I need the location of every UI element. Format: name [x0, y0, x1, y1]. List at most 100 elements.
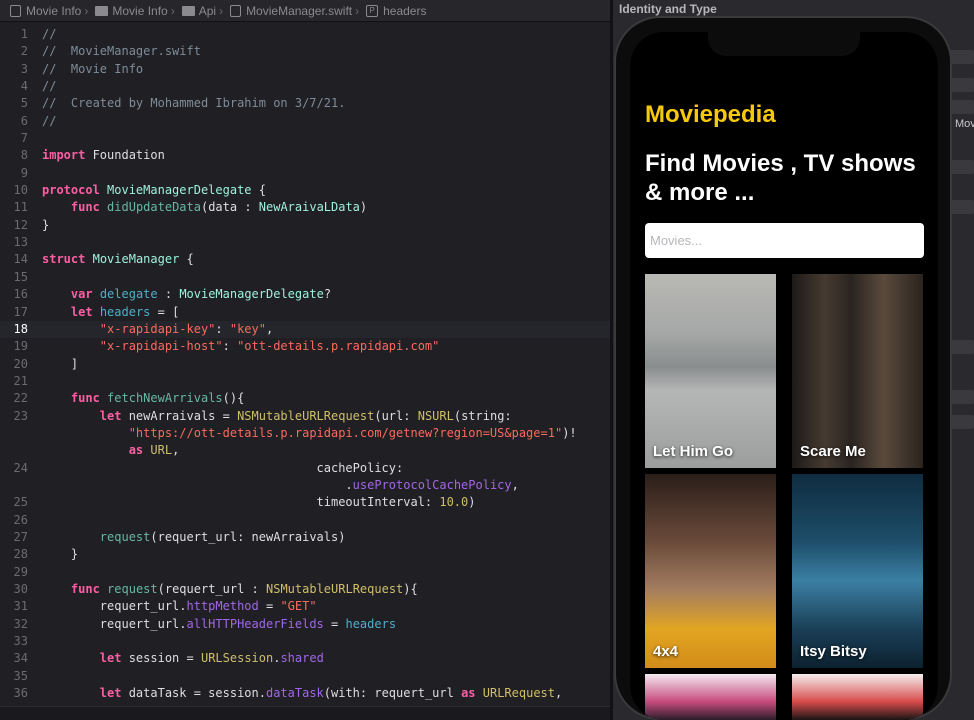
code-line[interactable]: 24 cachePolicy: — [0, 460, 610, 477]
code-text[interactable]: let dataTask = session.dataTask(with: re… — [42, 685, 562, 702]
code-line[interactable]: 6 // — [0, 113, 610, 130]
chevron-right-icon: › — [355, 3, 360, 18]
code-text[interactable]: cachePolicy: — [42, 460, 404, 477]
code-line[interactable]: 18 "x-rapidapi-key": "key", — [0, 320, 610, 339]
code-line[interactable]: "https://ott-details.p.rapidapi.com/getn… — [0, 425, 610, 442]
code-line[interactable]: 20 ] — [0, 356, 610, 373]
code-line[interactable]: 17 let headers = [ — [0, 304, 610, 321]
code-line[interactable]: 31 requert_url.httpMethod = "GET" — [0, 598, 610, 615]
code-line[interactable]: 36 let dataTask = session.dataTask(with:… — [0, 685, 610, 702]
code-line[interactable]: .useProtocolCachePolicy, — [0, 477, 610, 494]
code-line[interactable]: 32 requert_url.allHTTPHeaderFields = hea… — [0, 616, 610, 633]
code-line[interactable]: 14 struct MovieManager { — [0, 251, 610, 268]
simulator-screen[interactable]: Moviepedia Find Movies , TV shows & more… — [630, 32, 938, 720]
code-text[interactable]: "x-rapidapi-host": "ott-details.p.rapida… — [42, 338, 440, 355]
code-text[interactable]: "x-rapidapi-key": "key", — [42, 321, 273, 338]
line-number: 28 — [13, 547, 28, 562]
code-text[interactable]: request(requert_url: newArraivals) — [42, 529, 346, 546]
code-line[interactable]: 23 let newArraivals = NSMutableURLReques… — [0, 408, 610, 425]
code-text[interactable]: func didUpdateData(data : NewAraivaLData… — [42, 199, 367, 216]
code-line[interactable]: 26 — [0, 512, 610, 529]
code-text[interactable]: .useProtocolCachePolicy, — [42, 477, 518, 494]
breadcrumb-project[interactable]: Movie Info — [4, 4, 81, 18]
code-line[interactable]: as URL, — [0, 442, 610, 459]
code-line[interactable]: 10 protocol MovieManagerDelegate { — [0, 182, 610, 199]
folder-icon — [95, 5, 109, 16]
code-text[interactable]: func request(requert_url : NSMutableURLR… — [42, 581, 418, 598]
breadcrumb-group-api[interactable]: Api — [176, 4, 216, 18]
code-line[interactable]: 25 timeoutInterval: 10.0) — [0, 494, 610, 511]
code-line[interactable]: 28 } — [0, 546, 610, 563]
code-editor[interactable]: Movie Info › Movie Info › Api › MovieMan… — [0, 0, 610, 720]
code-text[interactable]: let newArraivals = NSMutableURLRequest(u… — [42, 408, 512, 425]
code-text[interactable]: let headers = [ — [42, 304, 179, 321]
folder-icon — [181, 5, 195, 16]
code-text[interactable]: // — [42, 26, 56, 43]
code-text[interactable]: var delegate : MovieManagerDelegate? — [42, 286, 331, 303]
code-text[interactable]: ] — [42, 356, 78, 373]
code-line[interactable]: 11 func didUpdateData(data : NewAraivaLD… — [0, 199, 610, 216]
movie-card-partial[interactable] — [645, 674, 776, 720]
code-line[interactable]: 27 request(requert_url: newArraivals) — [0, 529, 610, 546]
code-text[interactable]: } — [42, 546, 78, 563]
line-number: 36 — [13, 686, 28, 701]
breadcrumb-label: Movie Info — [112, 3, 168, 18]
code-line[interactable]: 29 — [0, 564, 610, 581]
code-text[interactable]: } — [42, 217, 49, 234]
line-number: 5 — [20, 96, 28, 111]
code-text[interactable]: as URL, — [42, 442, 180, 459]
code-text[interactable]: // — [42, 113, 56, 130]
code-line[interactable]: 21 — [0, 373, 610, 390]
line-number: 17 — [13, 304, 28, 319]
code-text[interactable]: protocol MovieManagerDelegate { — [42, 182, 266, 199]
movie-card[interactable]: Let Him Go — [645, 274, 776, 468]
code-line[interactable]: 5 // Created by Mohammed Ibrahim on 3/7/2… — [0, 95, 610, 112]
line-number: 24 — [13, 460, 28, 475]
code-text[interactable]: // Created by Mohammed Ibrahim on 3/7/21… — [42, 95, 345, 112]
code-text[interactable]: requert_url.httpMethod = "GET" — [42, 598, 317, 615]
line-number: 4 — [20, 79, 28, 94]
code-text[interactable]: timeoutInterval: 10.0) — [42, 494, 476, 511]
code-line[interactable]: 12} — [0, 217, 610, 234]
code-line[interactable]: 33 — [0, 633, 610, 650]
code-text[interactable]: // — [42, 78, 56, 95]
code-line[interactable]: 2 // MovieManager.swift — [0, 43, 610, 60]
code-line[interactable]: 7 — [0, 130, 610, 147]
line-number: 16 — [13, 287, 28, 302]
code-line[interactable]: 8 import Foundation — [0, 147, 610, 164]
movie-card[interactable]: Scare Me — [792, 274, 923, 468]
line-number: 2 — [20, 44, 28, 59]
movie-search-input[interactable] — [645, 223, 924, 258]
breadcrumb-group-movie-info[interactable]: Movie Info — [89, 3, 168, 18]
code-line[interactable]: 13 — [0, 234, 610, 251]
code-line[interactable]: 4 // — [0, 78, 610, 95]
movie-card[interactable]: 4x4 — [645, 474, 776, 668]
code-text[interactable]: requert_url.allHTTPHeaderFields = header… — [42, 616, 396, 633]
movie-card[interactable]: Itsy Bitsy — [792, 474, 923, 668]
code-text[interactable]: // MovieManager.swift — [42, 43, 201, 60]
line-number: 15 — [13, 269, 28, 284]
code-text[interactable]: struct MovieManager { — [42, 251, 194, 268]
code-line[interactable]: 9 — [0, 165, 610, 182]
code-line[interactable]: 19 "x-rapidapi-host": "ott-details.p.rap… — [0, 338, 610, 355]
code-text[interactable]: import Foundation — [42, 147, 165, 164]
breadcrumb-file[interactable]: MovieManager.swift — [224, 4, 352, 18]
jump-bar: Movie Info › Movie Info › Api › MovieMan… — [0, 0, 610, 22]
code-text[interactable]: "https://ott-details.p.rapidapi.com/getn… — [42, 425, 577, 442]
line-number: 20 — [13, 356, 28, 371]
code-line[interactable]: 3 // Movie Info — [0, 61, 610, 78]
code-line[interactable]: 15 — [0, 269, 610, 286]
code-lines[interactable]: 1//2 // MovieManager.swift 3// Movie Info 4… — [0, 26, 610, 702]
code-line[interactable]: 34 let session = URLSession.shared — [0, 650, 610, 667]
breadcrumb-label: Api — [198, 3, 217, 18]
movie-card-partial[interactable] — [792, 674, 923, 720]
code-line[interactable]: 22 func fetchNewArrivals(){ — [0, 390, 610, 407]
code-text[interactable]: let session = URLSession.shared — [42, 650, 324, 667]
code-line[interactable]: 1 // — [0, 26, 610, 43]
code-text[interactable]: func fetchNewArrivals(){ — [42, 390, 244, 407]
code-text[interactable]: // Movie Info — [42, 61, 143, 78]
code-line[interactable]: 30 func request(requert_url : NSMutableU… — [0, 581, 610, 598]
code-line[interactable]: 35 — [0, 668, 610, 685]
code-line[interactable]: 16 var delegate : MovieManagerDelegate? — [0, 286, 610, 303]
breadcrumb-symbol[interactable]: P headers — [360, 4, 426, 18]
